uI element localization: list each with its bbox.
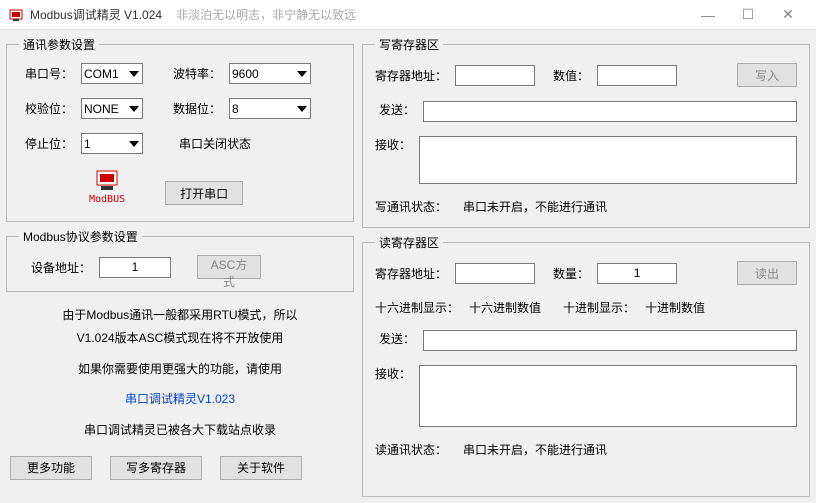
write-status-text: 串口未开启，不能进行通讯 — [463, 198, 607, 215]
protocol-legend: Modbus协议参数设置 — [19, 228, 142, 245]
modbus-icon-label: ModBUS — [89, 194, 125, 205]
hex-display-label: 十六进制显示： — [375, 299, 459, 316]
note-line5: 串口调试精灵已被各大下载站点收录 — [10, 419, 350, 442]
about-button[interactable]: 关于软件 — [220, 456, 302, 480]
write-status-label: 写通讯状态： — [375, 198, 447, 215]
read-count-label: 数量： — [553, 265, 589, 282]
read-send-input[interactable] — [423, 330, 797, 351]
write-addr-input[interactable] — [455, 65, 535, 86]
read-legend: 读寄存器区 — [375, 234, 443, 251]
baud-select[interactable]: 9600 — [229, 63, 311, 84]
write-val-input[interactable] — [597, 65, 677, 86]
app-icon — [8, 7, 24, 23]
stopbits-label: 停止位： — [19, 135, 73, 152]
device-addr-label: 设备地址： — [19, 259, 91, 276]
port-status: 串口关闭状态 — [179, 135, 251, 152]
protocol-params-group: Modbus协议参数设置 设备地址： ASC方式 — [6, 228, 354, 292]
write-send-input[interactable] — [423, 101, 797, 122]
write-register-group: 写寄存器区 寄存器地址： 数值： 写入 发送： 接收： 写通讯状态： 串口未开启… — [362, 36, 810, 228]
close-button[interactable]: ✕ — [768, 1, 808, 29]
comm-legend: 通讯参数设置 — [19, 36, 99, 53]
write-multi-button[interactable]: 写多寄存器 — [110, 456, 202, 480]
write-recv-textarea[interactable] — [419, 136, 797, 184]
write-button: 写入 — [737, 63, 797, 87]
baud-label: 波特率： — [161, 65, 221, 82]
device-addr-input[interactable] — [99, 257, 171, 278]
app-title: Modbus调试精灵 V1.024 — [30, 6, 162, 23]
open-port-button[interactable]: 打开串口 — [165, 181, 243, 205]
modbus-icon: ModBUS — [89, 168, 125, 205]
write-recv-label: 接收： — [375, 136, 411, 153]
asc-mode-button: ASC方式 — [197, 255, 261, 279]
write-send-label: 发送： — [375, 101, 415, 118]
read-register-group: 读寄存器区 寄存器地址： 数量： 读出 十六进制显示： 十六进制数值 十进制显示… — [362, 234, 810, 497]
hex-display-value: 十六进制数值 — [469, 299, 541, 316]
minimize-button[interactable]: — — [688, 1, 728, 29]
read-send-label: 发送： — [375, 330, 415, 347]
read-recv-label: 接收： — [375, 365, 411, 382]
note-link[interactable]: 串口调试精灵V1.023 — [10, 388, 350, 411]
databits-select[interactable]: 8 — [229, 98, 311, 119]
port-label: 串口号： — [19, 65, 73, 82]
titlebar: Modbus调试精灵 V1.024 非淡泊无以明志，非宁静无以致远 — ☐ ✕ — [0, 0, 816, 30]
comm-params-group: 通讯参数设置 串口号： COM1 波特率： 9600 校验位： NONE 数据位… — [6, 36, 354, 222]
read-addr-input[interactable] — [455, 263, 535, 284]
read-button: 读出 — [737, 261, 797, 285]
bottom-buttons: 更多功能 写多寄存器 关于软件 — [6, 454, 354, 480]
parity-select[interactable]: NONE — [81, 98, 143, 119]
write-addr-label: 寄存器地址： — [375, 67, 447, 84]
more-features-button[interactable]: 更多功能 — [10, 456, 92, 480]
note-line2: V1.024版本ASC模式现在将不开放使用 — [10, 327, 350, 350]
stopbits-select[interactable]: 1 — [81, 133, 143, 154]
app-subtitle: 非淡泊无以明志，非宁静无以致远 — [176, 6, 356, 23]
read-status-label: 读通讯状态： — [375, 441, 447, 458]
databits-label: 数据位： — [161, 100, 221, 117]
read-recv-textarea[interactable] — [419, 365, 797, 427]
maximize-button[interactable]: ☐ — [728, 1, 768, 29]
write-legend: 写寄存器区 — [375, 36, 443, 53]
write-val-label: 数值： — [553, 67, 589, 84]
dec-display-label: 十进制显示： — [563, 299, 635, 316]
read-count-input[interactable] — [597, 263, 677, 284]
note-block: 由于Modbus通讯一般都采用RTU模式，所以 V1.024版本ASC模式现在将… — [6, 298, 354, 448]
read-addr-label: 寄存器地址： — [375, 265, 447, 282]
parity-label: 校验位： — [19, 100, 73, 117]
content: 通讯参数设置 串口号： COM1 波特率： 9600 校验位： NONE 数据位… — [0, 30, 816, 503]
port-select[interactable]: COM1 — [81, 63, 143, 84]
note-line3: 如果你需要使用更强大的功能，请使用 — [10, 358, 350, 381]
read-status-text: 串口未开启，不能进行通讯 — [463, 441, 607, 458]
dec-display-value: 十进制数值 — [645, 299, 705, 316]
note-line1: 由于Modbus通讯一般都采用RTU模式，所以 — [10, 304, 350, 327]
